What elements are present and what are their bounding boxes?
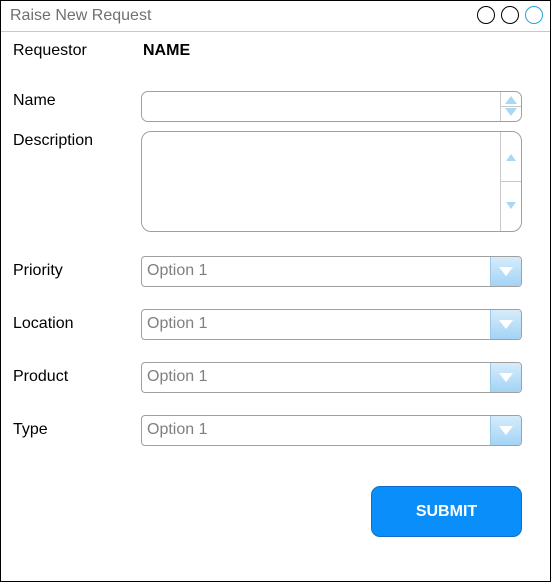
chevron-down-icon	[499, 426, 513, 435]
description-label: Description	[13, 132, 94, 149]
window-title: Raise New Request	[10, 7, 152, 24]
name-label: Name	[13, 92, 56, 109]
arrow-up-icon[interactable]	[505, 96, 517, 104]
window-maximize-icon[interactable]	[501, 6, 519, 24]
location-selected-value: Option 1	[147, 315, 208, 332]
chevron-down-icon	[499, 320, 513, 329]
name-input[interactable]	[148, 96, 502, 118]
description-textarea[interactable]	[148, 138, 502, 228]
scroll-up-icon[interactable]	[506, 154, 516, 161]
name-spinner[interactable]	[500, 92, 521, 121]
location-label: Location	[13, 315, 74, 332]
title-bar: Raise New Request	[1, 1, 550, 32]
window-minimize-icon[interactable]	[477, 6, 495, 24]
chevron-down-icon	[499, 267, 513, 276]
location-select[interactable]: Option 1	[141, 309, 522, 340]
product-select[interactable]: Option 1	[141, 362, 522, 393]
chevron-down-icon	[499, 373, 513, 382]
description-field[interactable]	[141, 131, 522, 232]
requestor-value: NAME	[143, 42, 191, 59]
name-field[interactable]	[141, 91, 522, 122]
arrow-down-icon[interactable]	[505, 108, 517, 116]
priority-selected-value: Option 1	[147, 262, 208, 279]
priority-select[interactable]: Option 1	[141, 256, 522, 287]
request-window: Raise New Request Requestor NAME Name De…	[0, 0, 551, 582]
product-label: Product	[13, 368, 69, 385]
product-selected-value: Option 1	[147, 368, 208, 385]
scroll-down-icon[interactable]	[506, 202, 516, 209]
scrollbar-divider	[501, 181, 521, 182]
type-dropdown-button[interactable]	[490, 416, 521, 445]
location-dropdown-button[interactable]	[490, 310, 521, 339]
window-close-icon[interactable]	[525, 6, 543, 24]
priority-dropdown-button[interactable]	[490, 257, 521, 286]
type-select[interactable]: Option 1	[141, 415, 522, 446]
type-label: Type	[13, 421, 48, 438]
requestor-label: Requestor	[13, 42, 87, 59]
priority-label: Priority	[13, 262, 63, 279]
submit-button[interactable]: SUBMIT	[371, 486, 522, 537]
product-dropdown-button[interactable]	[490, 363, 521, 392]
description-scrollbar[interactable]	[500, 132, 521, 231]
type-selected-value: Option 1	[147, 421, 208, 438]
spinner-divider	[501, 106, 521, 107]
